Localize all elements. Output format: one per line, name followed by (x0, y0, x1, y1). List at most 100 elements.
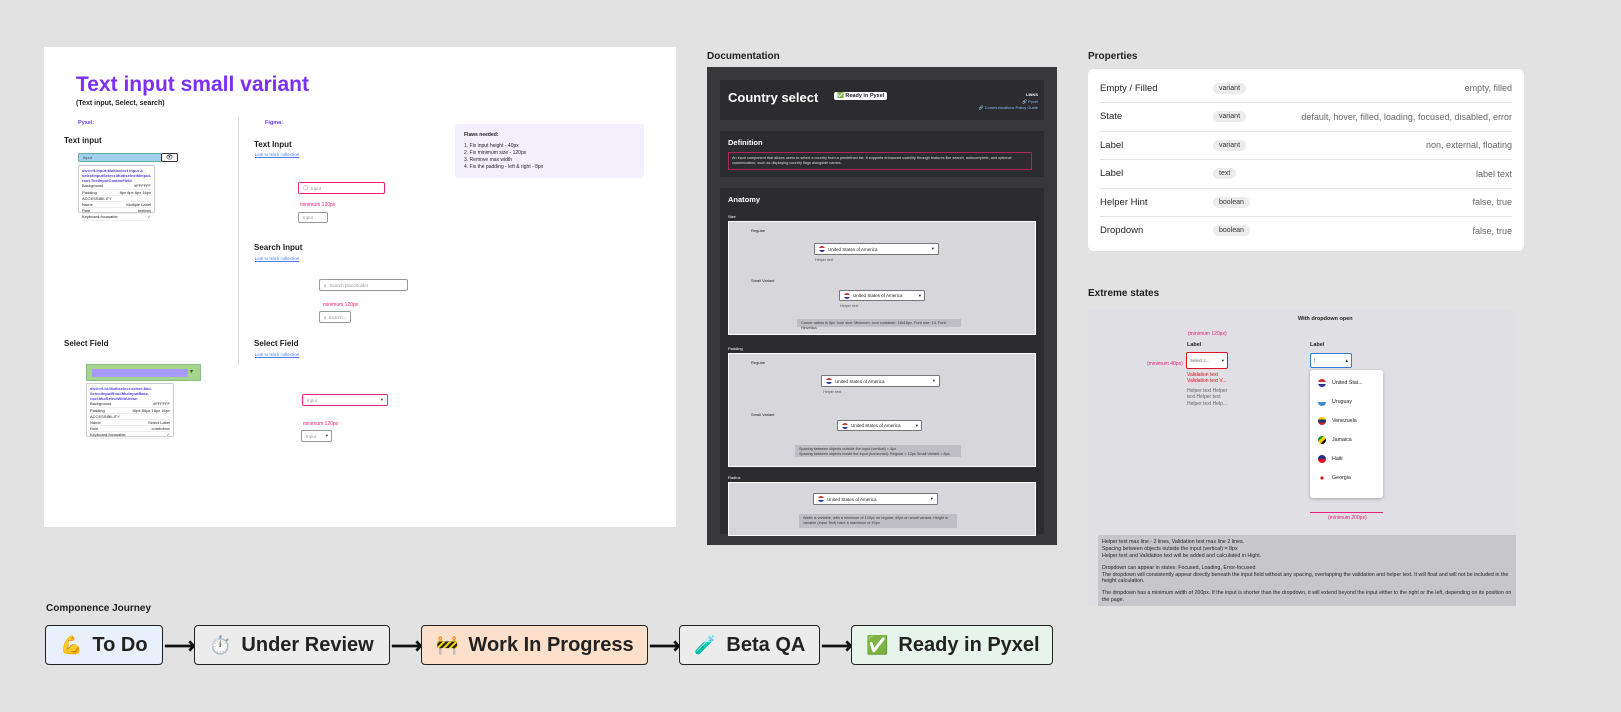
flaws-note: Flaws needed: 1. Fix input height - 40px… (455, 124, 644, 178)
menu-item-jamaica[interactable]: Jamaica (1318, 436, 1352, 444)
spec-value: #FFFFFF (134, 183, 151, 189)
note-line: Helper text max line - 2 lines, Validati… (1102, 539, 1245, 545)
country-dropdown-menu: United Stat... Uruguay Venezuela Jamaica… (1310, 370, 1383, 498)
country-select-regular[interactable]: United States of America ▾ (814, 243, 939, 255)
validation-line: Validation text V... (1187, 378, 1227, 385)
search-icon: ⌕ (324, 282, 327, 288)
select-minimum-annotation: minimum 120px (303, 421, 339, 427)
journey-label: Componence Journey (46, 603, 152, 614)
flaw-item: 4. Fix the padding - left & right - 8px (464, 164, 544, 170)
dropdown-open-heading: With dropdown open (1298, 316, 1353, 322)
select-highlight (92, 369, 188, 377)
menu-item-united-states[interactable]: United Stat... (1318, 379, 1363, 387)
jamaica-flag-icon (1318, 436, 1326, 444)
note-line: The dropdown will consistently appear di… (1102, 571, 1509, 585)
spec-value: ✓ (147, 214, 151, 220)
check-mark-icon: ✅ (866, 634, 889, 655)
journey-step-under-review[interactable]: ⏱️ Under Review (194, 625, 390, 665)
property-name: Helper Hint (1100, 196, 1148, 208)
spec-value: ✓ (166, 432, 170, 438)
eye-icon[interactable]: 👁 (161, 153, 178, 162)
property-row: Empty / Filled variant empty, filled (1100, 74, 1512, 103)
search-icon: ⌕ (324, 314, 327, 320)
helper-text: Helper text (815, 258, 834, 262)
country-select-padding-small[interactable]: United States of America ▾ (837, 420, 922, 431)
chevron-down-icon: ▾ (380, 397, 383, 402)
spacing-note: Spacing between objects outside the inpu… (795, 445, 961, 457)
spec-key: Name (90, 419, 101, 425)
journey-step-label: Work In Progress (468, 633, 634, 656)
country-value: United States of America (835, 378, 885, 384)
extreme-select-error[interactable]: Select c... ▾ (1186, 352, 1228, 369)
figma-select-field[interactable]: Input ▾ (302, 394, 388, 406)
doc-title: Country select (728, 90, 819, 105)
journey-step-work-in-progress[interactable]: 🚧 Work In Progress (421, 625, 648, 665)
country-select-padding-regular[interactable]: United States of America ▾ (821, 375, 940, 387)
property-row: Label text label text (1100, 160, 1512, 189)
figma-text-input-small[interactable]: Input (298, 212, 328, 223)
property-values: default, hover, filled, loading, focused… (1301, 111, 1512, 122)
size-section: Regular United States of America ▾ Helpe… (728, 221, 1036, 335)
country-value: United States of America (853, 293, 903, 298)
text-cursor-icon: | (1314, 357, 1316, 364)
spec-row: Keyboard-focusable ✓ (90, 432, 170, 439)
select-field-heading: Select Field (254, 339, 299, 348)
property-row: Label variant non, external, floating (1100, 131, 1512, 160)
padding-label: Padding (728, 346, 743, 351)
pyxel-link[interactable]: 🔗 Pyxel (1022, 99, 1038, 104)
spec-key: Name (82, 201, 93, 207)
spec-value: textbox (138, 208, 151, 214)
pyxel-select-field[interactable]: ▾ (86, 364, 201, 381)
country-select-small[interactable]: United States of America ▾ (839, 290, 925, 301)
us-flag-icon (842, 422, 848, 429)
pyxel-text-input[interactable]: Input 👁 (78, 153, 179, 162)
spec-key: Padding (90, 407, 105, 413)
small-select-placeholder: Input (306, 433, 317, 439)
policy-guide-link[interactable]: 🔗 Communications Policy Guide (979, 105, 1038, 110)
radius-label: Radius (728, 475, 741, 480)
text-input-link[interactable]: Link to track collection (255, 152, 299, 157)
note-line: Spacing between objects outside the inpu… (1102, 545, 1238, 552)
property-values: false, true (1472, 225, 1512, 236)
country-value: United States of America (851, 423, 901, 428)
us-flag-icon (819, 246, 825, 252)
arrow-right-icon: ⟶ (164, 633, 196, 658)
spec-card-head: div#<tf-id-Multiselect-select.Mui-Select… (90, 386, 152, 401)
note-line: Helper text and Validation text will be … (1102, 552, 1262, 559)
search-input-link[interactable]: Link to track collection (255, 256, 299, 261)
menu-item-haiti[interactable]: Haiti (1318, 455, 1343, 463)
country-select-radius[interactable]: United States of America ▾ (813, 493, 938, 505)
journey-step-beta-qa[interactable]: 🧪 Beta QA (679, 625, 820, 665)
figma-text-input-placeholder: Input (311, 185, 322, 191)
figma-select-field-small[interactable]: Input ▾ (301, 430, 332, 442)
construction-icon: 🚧 (436, 634, 459, 655)
figma-search-input[interactable]: ⌕ Search placeholder (319, 279, 408, 291)
spec-value: Select Label (147, 419, 170, 425)
validation-text: Validation text Validation text V... (1187, 372, 1226, 385)
property-type-tag: boolean (1213, 196, 1250, 208)
spec-value: 8px 8px 8px 16px (119, 189, 151, 195)
padding-section: Regular United States of America ▾ Helpe… (728, 353, 1036, 467)
spacing-note-line: Spacing between objects inside the input… (799, 451, 950, 456)
note-line: The dropdown has a minimum width of 200p… (1102, 590, 1512, 604)
minimum-width-marker (1310, 512, 1383, 513)
journey-step-to-do[interactable]: 💪 To Do (45, 625, 163, 665)
journey-step-label: To Do (92, 633, 148, 656)
extreme-select-focused[interactable]: | ▴ (1310, 353, 1352, 368)
text-input-field[interactable]: Input (78, 153, 162, 162)
property-values: empty, filled (1464, 83, 1512, 93)
menu-item-uruguay[interactable]: Uruguay (1318, 398, 1352, 406)
menu-item-georgia[interactable]: Georgia (1318, 474, 1351, 482)
menu-item-venezuela[interactable]: Venezuela (1318, 417, 1357, 425)
property-type-tag: variant (1213, 111, 1247, 122)
menu-item-label: United Stat... (1332, 380, 1363, 386)
flaw-item: 1. Fix input height - 40px (464, 143, 519, 149)
figma-search-input-small[interactable]: ⌕ Search... (319, 311, 351, 323)
figma-label: Figma: (265, 120, 284, 126)
select-field-link[interactable]: Link to track collection (255, 352, 299, 357)
journey-step-ready-in-pyxel[interactable]: ✅ Ready in Pyxel (851, 625, 1053, 665)
search-placeholder: Search placeholder (329, 282, 369, 288)
regular-label: Regular (751, 360, 766, 365)
chevron-down-icon: ▾ (1221, 357, 1224, 363)
figma-text-input[interactable]: ◯ Input (298, 182, 385, 194)
